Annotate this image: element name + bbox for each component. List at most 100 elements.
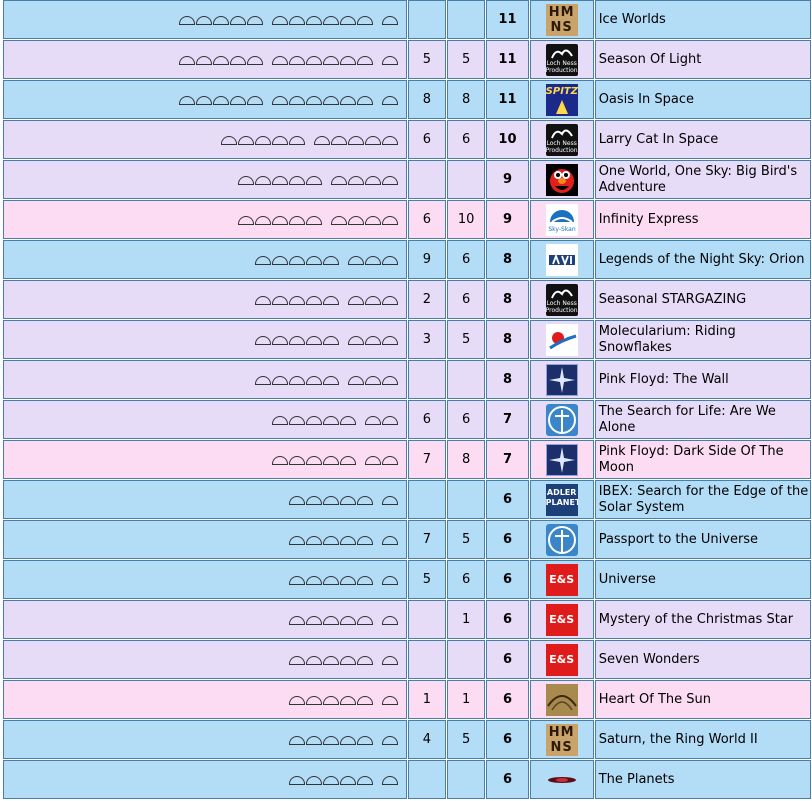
score-b-cell: 5 [446, 40, 486, 79]
dome-icon [271, 336, 288, 345]
rating-cell [3, 600, 407, 639]
hmns-logo: HM NS [545, 723, 578, 756]
dome-group [364, 415, 398, 425]
dome-icon [330, 216, 347, 225]
dome-icon [178, 56, 195, 65]
score-a-cell: 2 [407, 280, 446, 319]
dome-icon [381, 456, 398, 465]
dome-icon [305, 696, 322, 705]
dome-icon [381, 616, 398, 625]
dome-icon [322, 656, 339, 665]
dome-icon [237, 136, 254, 145]
show-title-cell: One World, One Sky: Big Bird's Adventure [594, 160, 811, 199]
dome-group [330, 215, 398, 225]
dome-group [254, 375, 339, 385]
score-b-cell: 6 [446, 240, 486, 279]
dome-icon [381, 96, 398, 105]
loch-ness-productions-logo: Loch Ness Productions [545, 43, 578, 76]
score-b-cell: 1 [446, 680, 486, 719]
dome-group [178, 15, 263, 25]
spitz-logo: SPITZ [545, 83, 578, 116]
search-for-life-logo [545, 403, 578, 436]
dome-icon [237, 176, 254, 185]
dome-icon [254, 136, 271, 145]
dome-icon [178, 16, 195, 25]
dome-group [288, 695, 373, 705]
rating-cell [3, 720, 407, 759]
dome-icon [322, 416, 339, 425]
producer-logo-cell: Loch Ness Productions [529, 280, 594, 319]
table-row: 7 5 6 Passport to the Universe [3, 520, 811, 559]
score-a-cell [407, 640, 446, 679]
producer-logo-cell: ADLER PLANETARIUM [529, 480, 594, 519]
dome-group [381, 535, 398, 545]
total-score-cell: 8 [486, 240, 529, 279]
dome-icon [271, 56, 288, 65]
the-planets-logo [546, 764, 578, 796]
dome-icon [305, 576, 322, 585]
dome-icon [381, 496, 398, 505]
dome-icon [305, 456, 322, 465]
producer-logo-cell [529, 400, 594, 439]
table-body: 11 HM NS Ice Worlds 5 5 11 Loch Ness Productio… [3, 0, 811, 799]
rating-cell [3, 560, 407, 599]
show-title-cell: The Search for Life: Are We Alone [594, 400, 811, 439]
dome-icon [305, 616, 322, 625]
dome-group [381, 15, 398, 25]
evans-sutherland-logo: E&S [545, 563, 578, 596]
dome-icon [212, 56, 229, 65]
producer-logo-cell [529, 680, 594, 719]
score-b-cell: 8 [446, 80, 486, 119]
score-a-cell [407, 160, 446, 199]
rating-domes [170, 12, 398, 27]
score-b-cell: 6 [446, 400, 486, 439]
dome-icon [322, 256, 339, 265]
total-score-cell: 6 [486, 720, 529, 759]
total-score-cell: 6 [486, 680, 529, 719]
dome-icon [381, 376, 398, 385]
dome-icon [305, 16, 322, 25]
dome-icon [305, 96, 322, 105]
total-score-cell: 6 [486, 560, 529, 599]
producer-logo-cell: Sky-Skan [529, 200, 594, 239]
total-score-cell: 9 [486, 200, 529, 239]
total-score-cell: 8 [486, 320, 529, 359]
dome-icon [254, 176, 271, 185]
table-row: 6 6 7 The Search for Life: Are We Alone [3, 400, 811, 439]
score-a-cell: 5 [407, 40, 446, 79]
dome-group [381, 695, 398, 705]
total-score-cell: 6 [486, 640, 529, 679]
dome-group [381, 95, 398, 105]
score-b-cell [446, 160, 486, 199]
dome-icon [195, 16, 212, 25]
dome-icon [212, 96, 229, 105]
dome-icon [347, 296, 364, 305]
dome-icon [195, 96, 212, 105]
dome-icon [322, 776, 339, 785]
dome-group [347, 295, 398, 305]
rating-cell [3, 760, 407, 799]
rating-domes [246, 252, 398, 267]
dome-icon [339, 56, 356, 65]
score-a-cell [407, 600, 446, 639]
total-score-cell: 11 [486, 40, 529, 79]
score-a-cell: 8 [407, 80, 446, 119]
total-score-cell: 6 [486, 520, 529, 559]
rating-domes [170, 92, 398, 107]
show-title-cell: Passport to the Universe [594, 520, 811, 559]
rating-domes [263, 412, 398, 427]
show-title-cell: Infinity Express [594, 200, 811, 239]
dome-icon [356, 56, 373, 65]
dome-group [271, 55, 373, 65]
dome-icon [381, 416, 398, 425]
rating-cell [3, 680, 407, 719]
dome-icon [339, 536, 356, 545]
adler-planetarium-logo: ADLER PLANETARIUM [545, 483, 578, 516]
dome-group [220, 135, 305, 145]
dome-icon [288, 216, 305, 225]
show-title-cell: Legends of the Night Sky: Orion [594, 240, 811, 279]
rating-cell [3, 0, 407, 39]
dome-icon [322, 96, 339, 105]
dome-icon [381, 16, 398, 25]
dome-icon [381, 576, 398, 585]
